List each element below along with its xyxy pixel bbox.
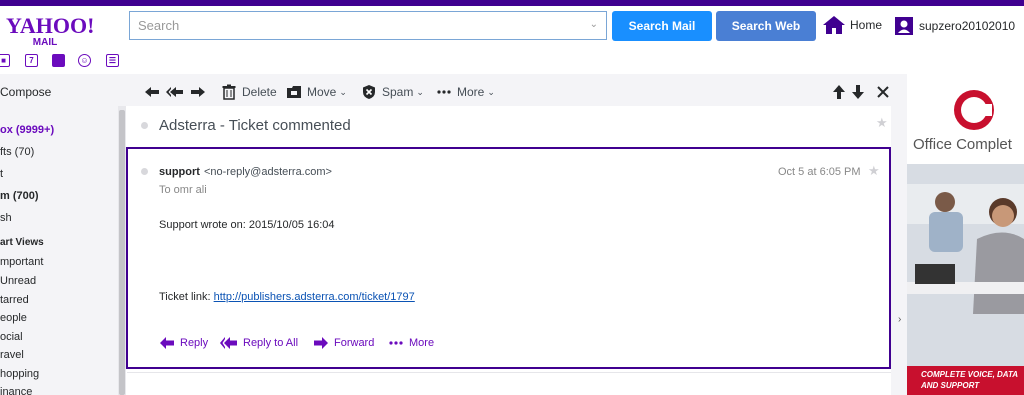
reply-toolbar-button[interactable] — [144, 82, 160, 102]
ad-caption: COMPLETE VOICE, DATA AND SUPPORT — [907, 366, 1024, 395]
sidebar-scrollbar-thumb[interactable] — [119, 110, 125, 395]
ad-caption-line2: AND SUPPORT — [921, 381, 980, 390]
previous-message-button[interactable] — [831, 82, 847, 102]
user-profile-link[interactable]: supzero20102010 — [895, 15, 1015, 37]
chevron-down-icon[interactable]: ⌄ — [590, 19, 598, 30]
ticket-link[interactable]: http://publishers.adsterra.com/ticket/17… — [214, 291, 415, 303]
search-web-button[interactable]: Search Web — [716, 11, 816, 41]
reply-button[interactable]: Reply — [159, 335, 208, 351]
smart-views-header[interactable]: art Views — [0, 237, 44, 248]
star-icon[interactable]: ★ — [876, 115, 888, 131]
sidebar-item-finance[interactable]: inance — [0, 386, 32, 395]
shield-icon — [363, 85, 375, 99]
home-label: Home — [850, 18, 883, 32]
more-dots-icon — [437, 90, 451, 94]
contacts-icon[interactable]: ■ — [0, 54, 10, 67]
reply-all-label: Reply to All — [243, 337, 299, 349]
close-icon — [877, 86, 889, 98]
more-dots-icon — [389, 341, 403, 345]
sidebar-item-people[interactable]: eople — [0, 312, 27, 324]
sidebar-item-starred[interactable]: tarred — [0, 294, 29, 306]
sender-name[interactable]: support — [159, 166, 200, 178]
more-actions-label: More — [409, 337, 435, 349]
avatar-icon — [895, 17, 913, 35]
sidebar-item-inbox[interactable]: ox (9999+) — [0, 124, 54, 136]
read-status-dot[interactable] — [141, 168, 148, 175]
ad-title: Office Complet — [913, 136, 1012, 153]
arrow-up-icon — [833, 85, 845, 99]
messenger-icon[interactable]: ☺ — [78, 54, 91, 67]
spam-button[interactable]: Spam ⌄ — [361, 82, 424, 102]
sidebar-item-unread[interactable]: Unread — [0, 275, 36, 287]
next-message-card[interactable] — [127, 372, 891, 395]
reply-all-toolbar-button[interactable] — [166, 82, 184, 102]
arrow-down-icon — [852, 85, 864, 99]
sidebar-item-drafts[interactable]: fts (70) — [0, 146, 34, 158]
forward-icon — [191, 87, 205, 97]
unread-dot[interactable] — [141, 122, 148, 129]
forward-button[interactable]: Forward — [313, 335, 374, 351]
search-mail-button[interactable]: Search Mail — [612, 11, 712, 41]
forward-toolbar-button[interactable] — [190, 82, 206, 102]
sender-email[interactable]: <no-reply@adsterra.com> — [204, 166, 332, 178]
reply-label: Reply — [180, 337, 209, 349]
chevron-down-icon: ⌄ — [339, 86, 347, 97]
forward-label: Forward — [334, 337, 375, 349]
ticket-link-line: Ticket link: http://publishers.adsterra.… — [159, 291, 415, 303]
yahoo-mail-logo[interactable]: YAHOO! MAIL — [6, 13, 95, 53]
message-subject: Adsterra - Ticket commented — [159, 117, 351, 134]
home-icon — [823, 16, 845, 34]
chevron-right-icon[interactable]: › — [898, 314, 901, 325]
reply-icon — [160, 337, 174, 349]
notepad-icon[interactable] — [52, 54, 65, 67]
newsfeed-icon[interactable]: ☰ — [106, 54, 119, 67]
spam-label: Spam — [382, 85, 414, 99]
advertisement[interactable]: Office Complet COMPLETE VOICE, DATA AND … — [907, 74, 1024, 395]
more-actions-button[interactable]: More — [388, 335, 434, 351]
ticket-link-label: Ticket link: — [159, 291, 214, 303]
reply-all-icon — [166, 87, 183, 97]
chevron-down-icon: ⌄ — [487, 86, 495, 97]
move-button[interactable]: Move ⌄ — [286, 82, 347, 102]
message-date: Oct 5 at 6:05 PM — [778, 166, 861, 178]
username: supzero20102010 — [919, 19, 1016, 33]
move-label: Move — [307, 85, 337, 99]
ad-caption-line1: COMPLETE VOICE, DATA — [921, 370, 1019, 379]
app-switcher: ■ 7 ☺ ☰ — [0, 54, 125, 70]
logo-text: YAHOO! — [6, 13, 95, 38]
delete-button[interactable]: Delete — [221, 82, 277, 102]
search-box[interactable]: ⌄ — [129, 11, 607, 40]
recipient-line: To omr ali — [159, 184, 207, 196]
more-label: More — [457, 85, 485, 99]
sidebar-item-trash[interactable]: sh — [0, 212, 12, 224]
delete-label: Delete — [242, 85, 277, 99]
sidebar-item-shopping[interactable]: hopping — [0, 368, 39, 380]
ad-photo — [907, 164, 1024, 374]
search-input[interactable] — [130, 12, 570, 39]
compose-button[interactable]: Compose — [0, 85, 51, 99]
sidebar-item-important[interactable]: mportant — [0, 256, 43, 268]
folder-icon — [287, 86, 301, 98]
logo-sub: MAIL — [32, 37, 58, 48]
reply-all-button[interactable]: Reply to All — [220, 335, 298, 351]
chevron-down-icon: ⌄ — [416, 86, 424, 97]
trash-icon — [222, 84, 236, 100]
reply-icon — [145, 87, 159, 97]
close-message-button[interactable] — [875, 82, 891, 102]
calendar-icon[interactable]: 7 — [25, 54, 38, 67]
star-icon[interactable]: ★ — [868, 163, 880, 179]
reply-all-icon — [220, 337, 237, 349]
sidebar-item-spam[interactable]: m (700) — [0, 190, 39, 202]
message-body-line: Support wrote on: 2015/10/05 16:04 — [159, 219, 335, 231]
office-complete-logo — [954, 90, 994, 130]
sidebar: Compose ox (9999+) fts (70) t m (700) sh… — [0, 74, 118, 395]
sidebar-item-social[interactable]: ocial — [0, 331, 23, 343]
next-message-button[interactable] — [850, 82, 866, 102]
forward-icon — [314, 337, 328, 349]
more-toolbar-button[interactable]: More ⌄ — [436, 82, 495, 102]
sidebar-item-sent[interactable]: t — [0, 168, 3, 180]
sidebar-item-travel[interactable]: ravel — [0, 349, 24, 361]
home-link[interactable]: Home — [822, 14, 882, 36]
